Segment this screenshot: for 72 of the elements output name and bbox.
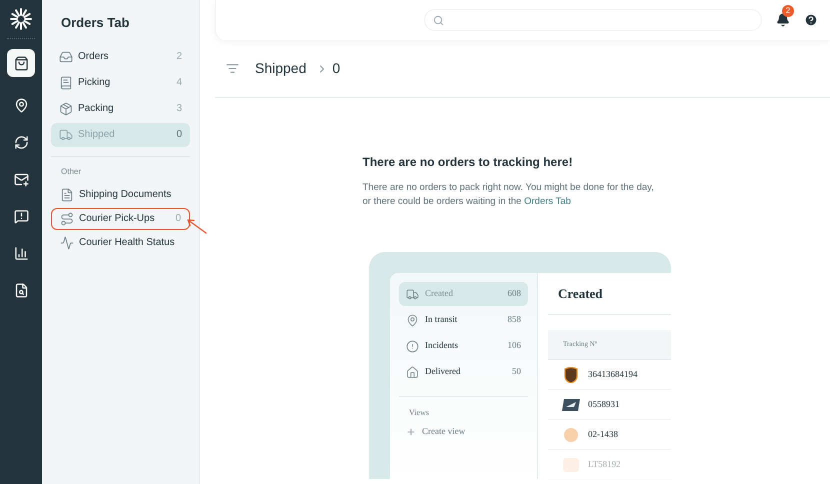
- sidebar-item[interactable]: Courier Health Status: [51, 232, 190, 254]
- search-field[interactable]: [424, 9, 762, 31]
- sidebar-item[interactable]: Shipped 0: [51, 122, 190, 146]
- item-count: 4: [176, 76, 182, 90]
- sidebar-item[interactable]: Packing 3: [51, 96, 190, 120]
- page-count: 0: [332, 59, 340, 78]
- refresh-icon: [14, 134, 28, 150]
- bag-icon: [14, 56, 28, 70]
- eagle-logo-icon: [562, 398, 580, 410]
- item-label: Orders: [78, 50, 110, 64]
- rail-button[interactable]: [7, 49, 35, 77]
- empty-heading: There are no orders to tracking here!: [362, 154, 574, 171]
- item-label: Picking: [78, 76, 112, 90]
- pulse-icon: [60, 236, 74, 250]
- item-count: 3: [176, 102, 182, 116]
- status-label: Delivered: [425, 365, 462, 378]
- sidebar-item[interactable]: Orders 2: [51, 44, 190, 68]
- document-search-icon: [14, 282, 28, 298]
- item-count: 0: [175, 212, 181, 226]
- status-label: Created: [425, 287, 454, 300]
- page-title: Shipped: [255, 59, 306, 78]
- mail-icon: [14, 172, 28, 186]
- views-label: Views: [408, 407, 430, 419]
- item-label: Shipped: [78, 128, 116, 142]
- shield-logo-icon: [564, 366, 578, 382]
- map-pin-icon: [14, 98, 28, 112]
- search-icon: [433, 14, 444, 26]
- bar-chart-icon: [14, 246, 28, 260]
- item-label: Packing: [78, 102, 115, 116]
- inbox-icon: [59, 50, 73, 64]
- section-label: Other: [60, 166, 82, 178]
- tracking-number: 02-1438: [588, 428, 618, 441]
- notification-badge: 2: [782, 5, 794, 17]
- notebook-icon: [59, 76, 73, 90]
- tracking-number: LT58192: [588, 458, 621, 471]
- status-count: 608: [508, 287, 521, 300]
- sidebar-item[interactable]: Shipping Documents: [51, 184, 190, 206]
- item-label: Courier Health Status: [79, 236, 176, 250]
- truck-icon: [59, 128, 73, 142]
- sidebar-item[interactable]: Picking 4: [51, 70, 190, 94]
- notification-bell-icon: [776, 13, 790, 27]
- orders-tab-link[interactable]: Orders Tab: [524, 196, 571, 207]
- map-pin-icon: [406, 314, 419, 326]
- box-icon: [59, 102, 73, 116]
- create-view-label: Create view: [422, 425, 466, 438]
- route-icon: [60, 212, 74, 226]
- tracking-number: 0558931: [588, 398, 620, 411]
- panel-title: Created: [548, 273, 671, 315]
- plus-icon: [406, 426, 416, 437]
- house-icon: [406, 366, 419, 378]
- filter-icon: [226, 62, 239, 75]
- document-icon: [60, 188, 74, 202]
- status-label: Incidents: [425, 339, 459, 352]
- status-count: 50: [512, 365, 521, 378]
- tracking-number: 36413684194: [588, 368, 638, 381]
- square-logo-icon: [563, 458, 579, 472]
- help-icon: [804, 13, 818, 27]
- truck-icon: [406, 288, 419, 300]
- item-label: Courier Pick-Ups: [79, 212, 156, 226]
- sidebar-item[interactable]: Courier Pick-Ups 0: [51, 208, 190, 230]
- logo-icon: [10, 8, 32, 30]
- status-count: 858: [508, 313, 521, 326]
- item-count: 2: [176, 50, 182, 64]
- sidebar-title: Orders Tab: [60, 14, 130, 32]
- item-count: 0: [176, 128, 182, 142]
- status-label: In transit: [425, 313, 458, 326]
- empty-message: There are no orders to pack right now. You might be done for the day, or there could be orders waiting in the Orders Tab: [362, 181, 655, 209]
- round-logo-icon: [564, 428, 578, 442]
- alert-icon: [406, 340, 419, 352]
- chat-icon: [14, 208, 28, 224]
- item-label: Shipping Documents: [79, 188, 172, 202]
- status-count: 106: [508, 339, 521, 352]
